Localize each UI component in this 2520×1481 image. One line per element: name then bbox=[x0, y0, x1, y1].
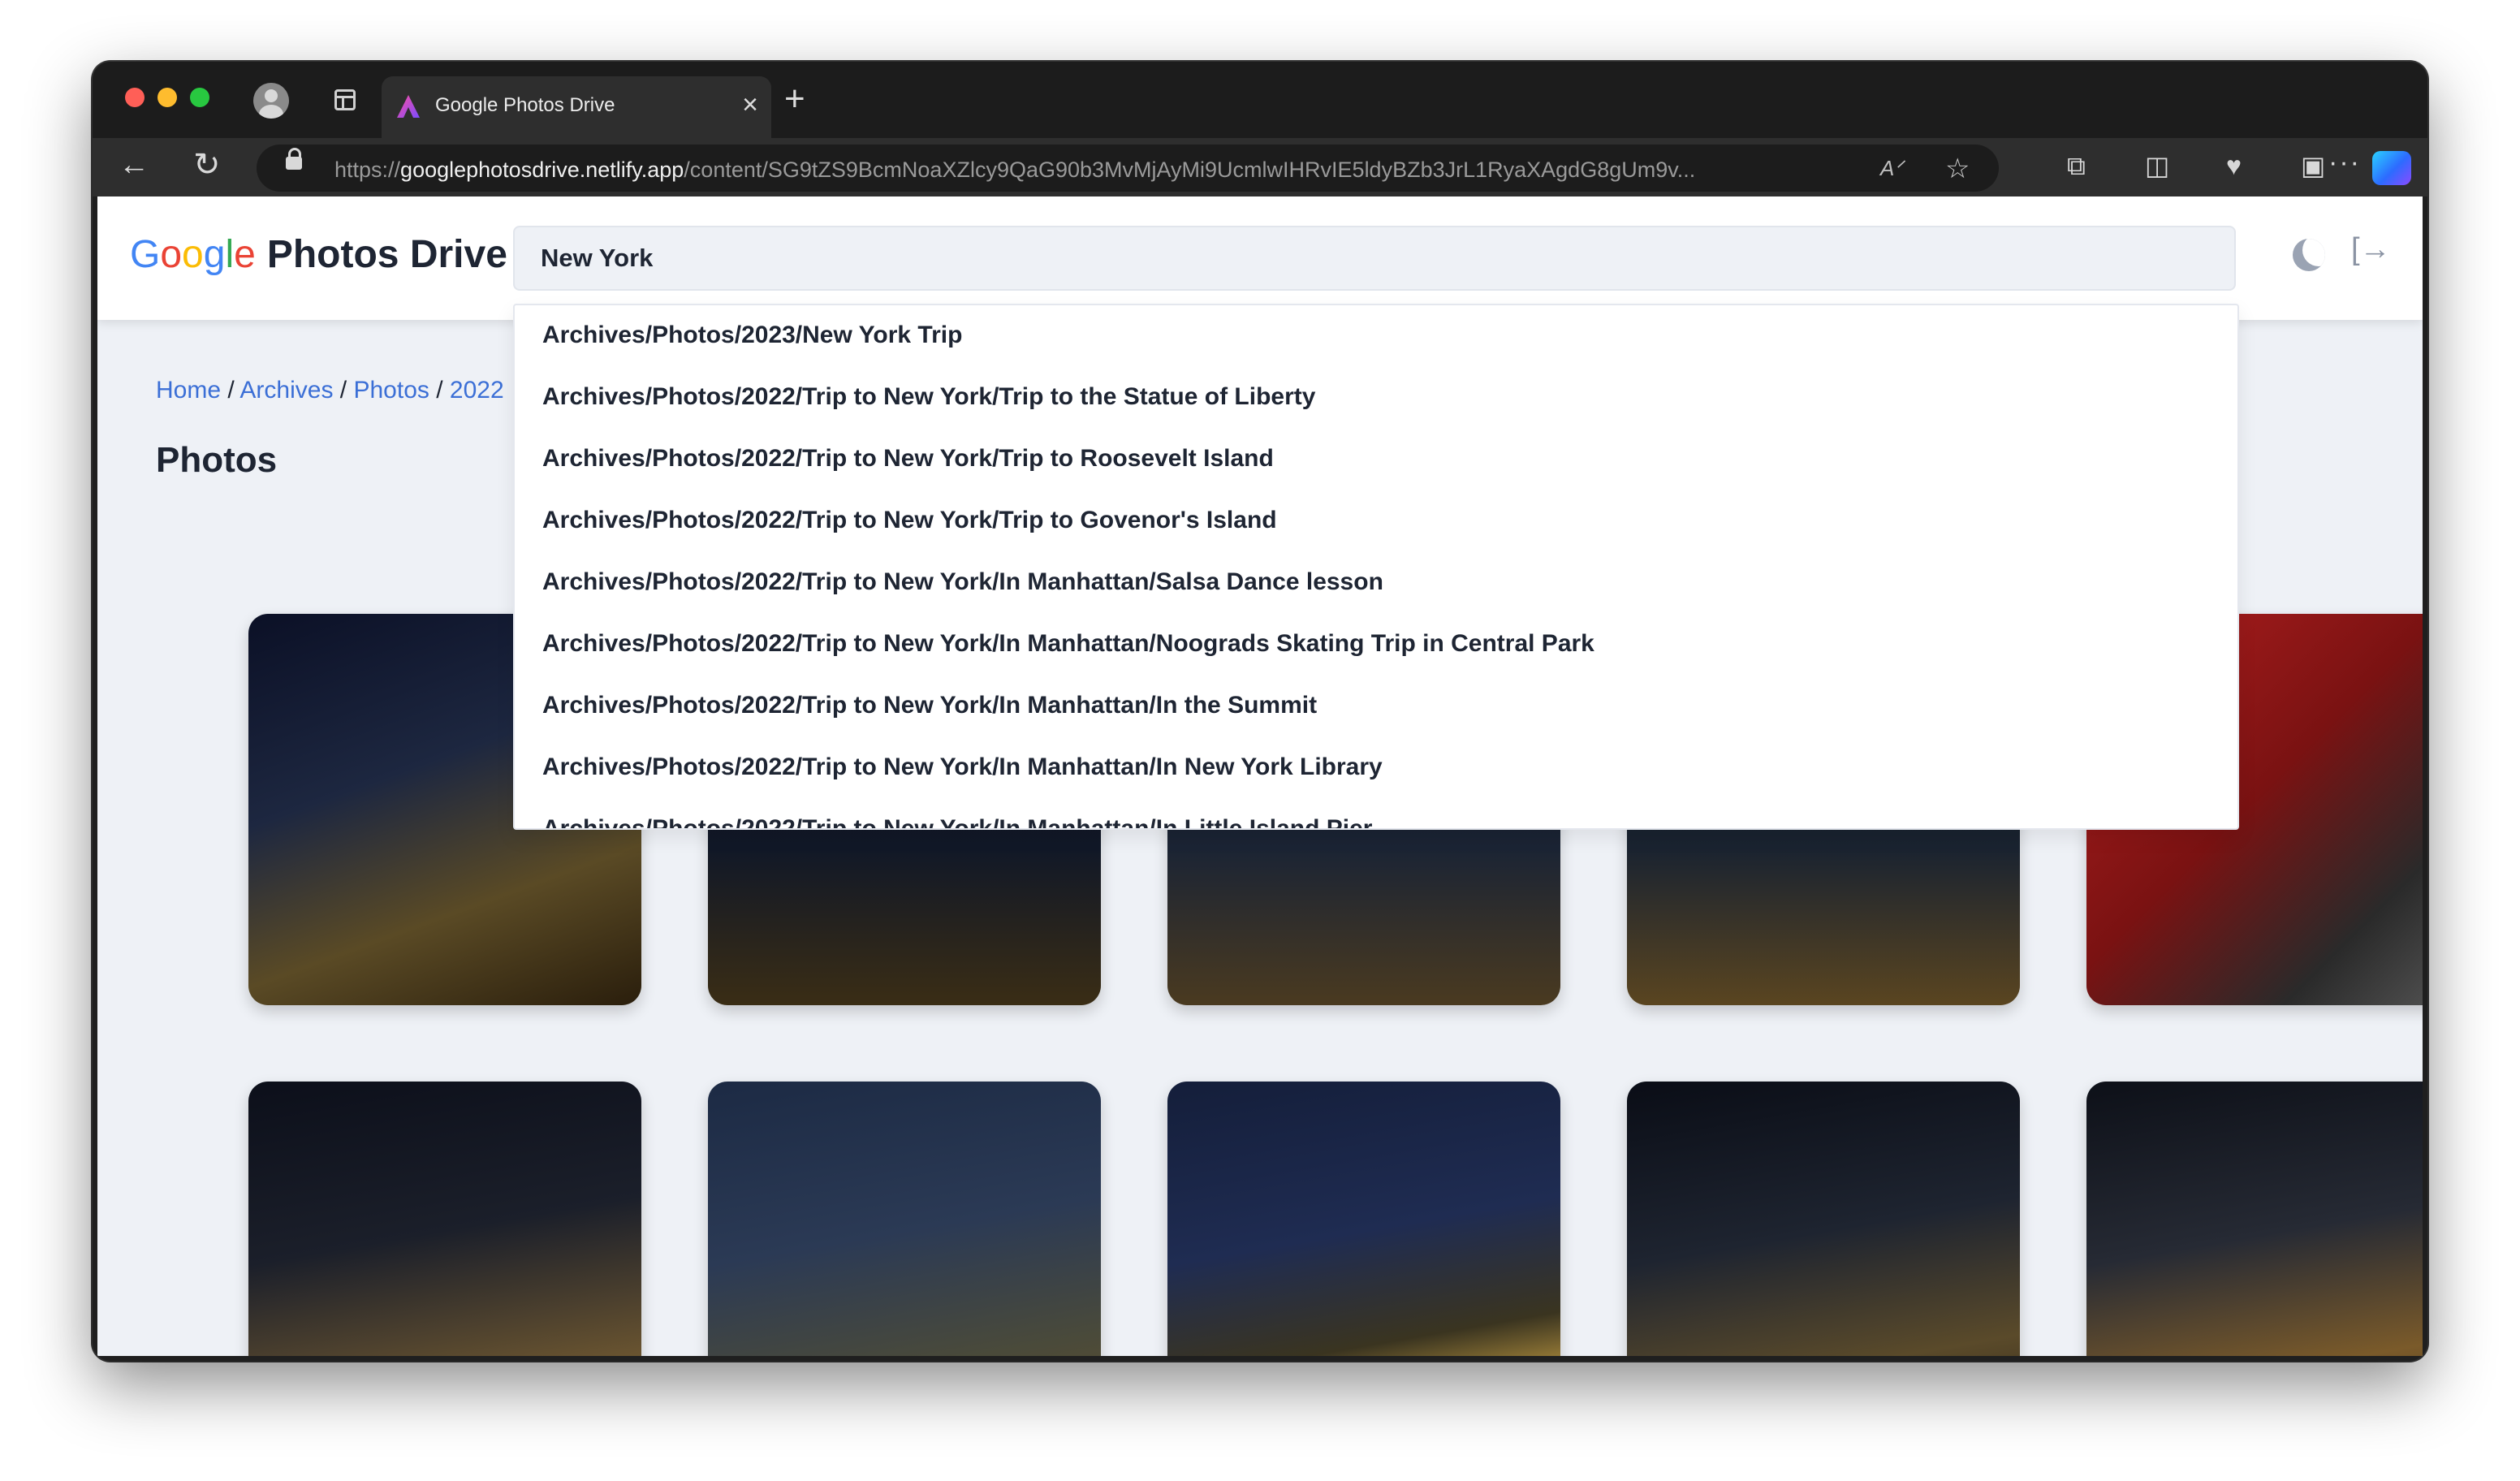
collections-icon[interactable]: ▣ bbox=[2301, 149, 2325, 182]
profile-avatar[interactable] bbox=[253, 83, 289, 119]
breadcrumb-separator: / bbox=[339, 377, 347, 404]
search-input[interactable] bbox=[513, 226, 2236, 291]
photo-thumbnail[interactable] bbox=[708, 1082, 1101, 1356]
suggestion-item[interactable]: Archives/Photos/2022/Trip to New York/In… bbox=[542, 815, 1372, 828]
copilot-icon[interactable] bbox=[2372, 151, 2411, 185]
app-logo[interactable]: Google Photos Drive bbox=[130, 232, 507, 277]
dark-mode-toggle-moon-icon[interactable] bbox=[2293, 239, 2325, 271]
browser-toolbar: ← ↻ https://googlephotosdrive.netlify.ap… bbox=[93, 138, 2427, 196]
logo-letter: g bbox=[203, 233, 226, 276]
suggestion-item[interactable]: Archives/Photos/2022/Trip to New York/In… bbox=[542, 568, 1383, 596]
page-content: GooglePhotos Drive [→ Home / Archives / … bbox=[97, 196, 2423, 1356]
tab-title: Google Photos Drive bbox=[435, 94, 615, 116]
suggestion-item[interactable]: Archives/Photos/2022/Trip to New York/In… bbox=[542, 753, 1383, 781]
logo-letter: o bbox=[182, 233, 204, 276]
close-window-button[interactable] bbox=[125, 88, 145, 107]
photo-thumbnail[interactable] bbox=[248, 1082, 641, 1356]
split-screen-icon[interactable]: ◫ bbox=[2145, 149, 2169, 182]
photo-thumbnail[interactable] bbox=[2086, 1082, 2423, 1356]
logo-letter: e bbox=[234, 233, 256, 276]
tab-actions-icon[interactable] bbox=[334, 89, 356, 110]
breadcrumb-2022[interactable]: 2022 bbox=[450, 377, 504, 404]
suggestion-item[interactable]: Archives/Photos/2022/Trip to New York/Tr… bbox=[542, 383, 1315, 411]
suggestion-item[interactable]: Archives/Photos/2022/Trip to New York/In… bbox=[542, 692, 1317, 719]
close-tab-icon[interactable]: × bbox=[742, 91, 758, 119]
suggestion-item[interactable]: Archives/Photos/2022/Trip to New York/In… bbox=[542, 630, 1594, 658]
extensions-icon[interactable]: ⧉ bbox=[2067, 149, 2086, 182]
suggestion-item[interactable]: Archives/Photos/2022/Trip to New York/Tr… bbox=[542, 507, 1277, 534]
google-wordmark: Google bbox=[130, 233, 256, 276]
logo-letter: o bbox=[160, 233, 183, 276]
page-title: Photos bbox=[156, 440, 278, 480]
suggestion-item[interactable]: Archives/Photos/2022/Trip to New York/Tr… bbox=[542, 445, 1274, 473]
reload-icon[interactable]: ↻ bbox=[193, 146, 221, 184]
app-header: GooglePhotos Drive [→ bbox=[97, 196, 2423, 320]
address-bar[interactable]: https://googlephotosdrive.netlify.app/co… bbox=[257, 145, 1999, 192]
breadcrumb: Home / Archives / Photos / 2022 bbox=[156, 377, 504, 404]
logo-letter: l bbox=[225, 233, 235, 276]
favorite-star-icon[interactable]: ☆ bbox=[1945, 153, 1970, 185]
photo-thumbnail[interactable] bbox=[1627, 1082, 2020, 1356]
app-favicon-icon bbox=[397, 95, 420, 118]
lock-icon[interactable] bbox=[286, 148, 302, 170]
breadcrumb-separator: / bbox=[227, 377, 235, 404]
breadcrumb-photos[interactable]: Photos bbox=[353, 377, 429, 404]
minimize-window-button[interactable] bbox=[158, 88, 177, 107]
breadcrumb-home[interactable]: Home bbox=[156, 377, 221, 404]
tab-strip: Google Photos Drive × + bbox=[93, 62, 2427, 138]
logo-letter: G bbox=[130, 233, 161, 276]
breadcrumb-separator: / bbox=[436, 377, 443, 404]
app-name: Photos Drive bbox=[266, 233, 507, 276]
search-suggestions-dropdown: Archives/Photos/2023/New York Trip Archi… bbox=[513, 304, 2239, 830]
more-menu-icon[interactable]: ··· bbox=[2328, 146, 2361, 179]
read-aloud-icon[interactable]: Aᐟ bbox=[1880, 156, 1903, 181]
breadcrumb-archives[interactable]: Archives bbox=[239, 377, 333, 404]
logout-icon[interactable]: [→ bbox=[2351, 232, 2391, 267]
browser-window: Google Photos Drive × + ← ↻ https://goog… bbox=[93, 62, 2427, 1361]
maximize-window-button[interactable] bbox=[190, 88, 209, 107]
photo-thumbnail[interactable] bbox=[1167, 1082, 1560, 1356]
url-text[interactable]: https://googlephotosdrive.netlify.app/co… bbox=[334, 158, 1869, 183]
back-arrow-icon[interactable]: ← bbox=[119, 148, 149, 183]
tab-google-photos-drive[interactable]: Google Photos Drive × bbox=[382, 76, 771, 138]
browser-essentials-icon[interactable]: ♥ bbox=[2226, 149, 2242, 182]
new-tab-icon[interactable]: + bbox=[784, 81, 805, 117]
suggestion-item[interactable]: Archives/Photos/2023/New York Trip bbox=[542, 322, 962, 349]
